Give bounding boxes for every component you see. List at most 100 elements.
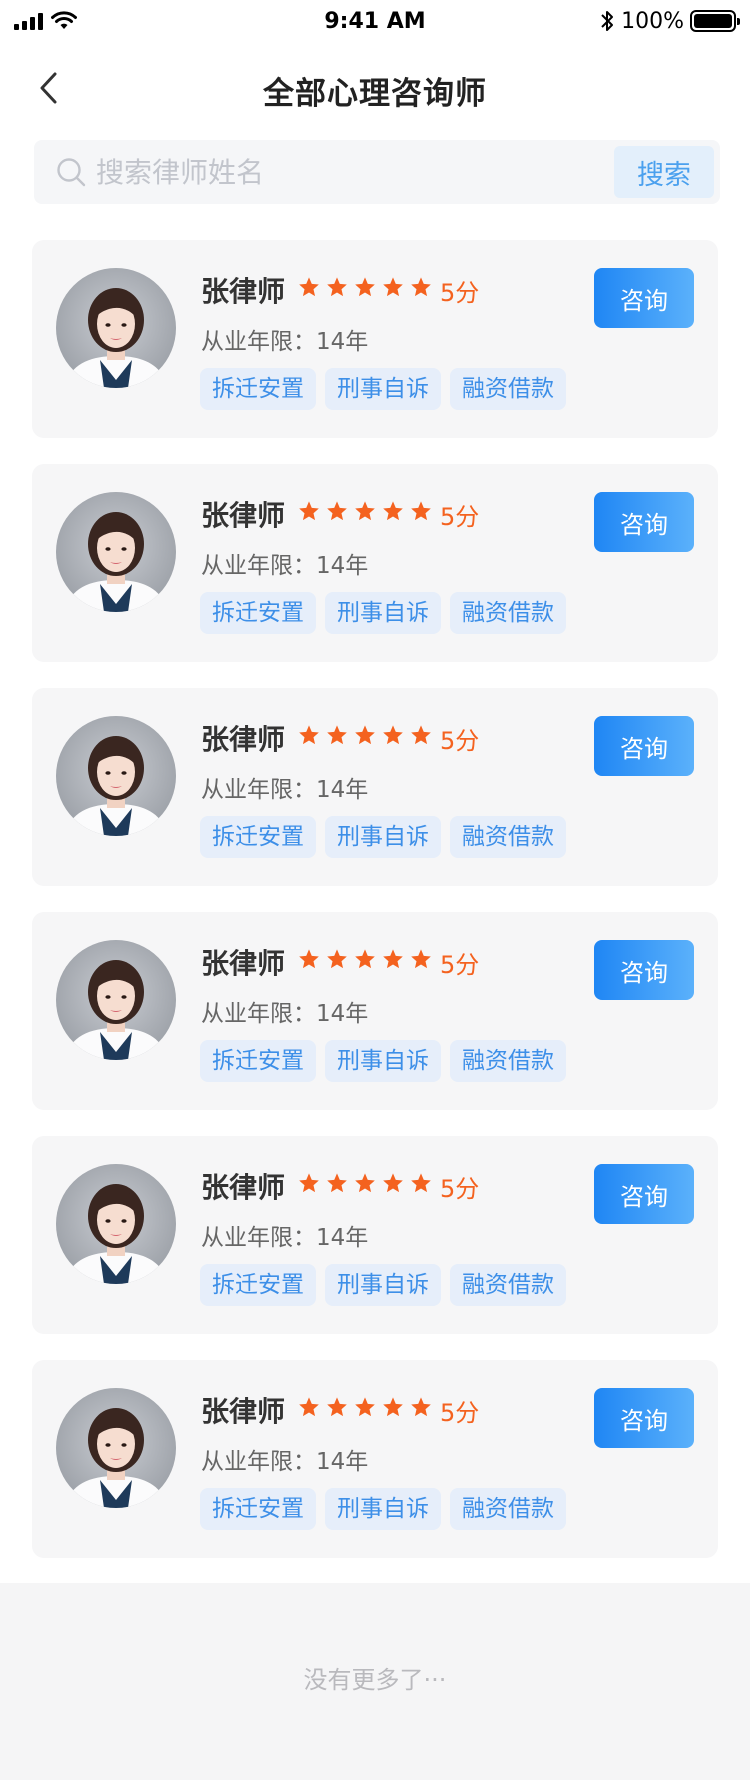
search-input[interactable] [96,155,596,189]
rating-stars [298,276,432,298]
star-icon [327,949,347,969]
consult-button[interactable]: 咨询 [594,492,694,552]
star-icon [355,1397,375,1417]
rating-stars [298,724,432,746]
specialty-tag: 拆迁安置 [200,1488,316,1530]
star-icon [299,501,319,521]
avatar [56,268,176,388]
star-icon [383,725,403,745]
counselor-card[interactable]: 张律师 5分 从业年限：14年 拆迁安置 刑事自诉 融资借款 咨询 [32,688,718,886]
star-icon [327,277,347,297]
star-icon [355,725,375,745]
specialty-tag: 拆迁安置 [200,592,316,634]
experience-years: 从业年限：14年 [201,777,369,803]
experience-years: 从业年限：14年 [201,1449,369,1475]
star-icon [327,1173,347,1193]
experience-years: 从业年限：14年 [201,1225,369,1251]
star-icon [299,277,319,297]
bluetooth-icon [601,11,614,31]
search-icon [57,158,86,187]
no-more-text: 没有更多了··· [303,1666,447,1694]
specialty-tag: 刑事自诉 [325,368,441,410]
rating-score: 5分 [440,279,480,307]
status-time: 9:41 AM [324,8,426,34]
specialty-tag: 刑事自诉 [325,1488,441,1530]
star-icon [411,277,431,297]
star-icon [355,1173,375,1193]
star-icon [327,1397,347,1417]
search-bar: 搜索 [34,140,720,204]
counselor-card[interactable]: 张律师 5分 从业年限：14年 拆迁安置 刑事自诉 融资借款 咨询 [32,240,718,438]
star-icon [411,1397,431,1417]
star-icon [411,1173,431,1193]
star-icon [383,1397,403,1417]
status-left [14,11,174,31]
avatar [56,716,176,836]
rating-score: 5分 [440,1175,480,1203]
rating-score: 5分 [440,727,480,755]
counselor-name: 张律师 [201,499,286,532]
consult-button[interactable]: 咨询 [594,716,694,776]
specialty-tags: 拆迁安置 刑事自诉 融资借款 [200,1264,566,1306]
specialty-tag: 拆迁安置 [200,1264,316,1306]
experience-years: 从业年限：14年 [201,329,369,355]
consult-button[interactable]: 咨询 [594,1164,694,1224]
star-icon [383,1173,403,1193]
specialty-tag: 刑事自诉 [325,816,441,858]
specialty-tag: 融资借款 [450,1264,566,1306]
star-icon [299,949,319,969]
experience-years: 从业年限：14年 [201,1001,369,1027]
rating-score: 5分 [440,503,480,531]
wifi-icon [51,11,77,29]
counselor-card[interactable]: 张律师 5分 从业年限：14年 拆迁安置 刑事自诉 融资借款 咨询 [32,1136,718,1334]
counselor-name: 张律师 [201,947,286,980]
status-right: 100% [576,8,740,34]
counselor-name: 张律师 [201,723,286,756]
cellular-signal-icon [14,12,43,30]
specialty-tags: 拆迁安置 刑事自诉 融资借款 [200,816,566,858]
consult-button[interactable]: 咨询 [594,940,694,1000]
consult-button[interactable]: 咨询 [594,1388,694,1448]
star-icon [299,1173,319,1193]
avatar-portrait [64,512,168,612]
rating-stars [298,1172,432,1194]
counselor-name: 张律师 [201,275,286,308]
counselor-card[interactable]: 张律师 5分 从业年限：14年 拆迁安置 刑事自诉 融资借款 咨询 [32,912,718,1110]
avatar-portrait [64,1184,168,1284]
counselor-card[interactable]: 张律师 5分 从业年限：14年 拆迁安置 刑事自诉 融资借款 咨询 [32,1360,718,1558]
star-icon [383,501,403,521]
star-icon [327,501,347,521]
experience-years: 从业年限：14年 [201,553,369,579]
specialty-tag: 融资借款 [450,368,566,410]
rating-stars [298,1396,432,1418]
star-icon [355,501,375,521]
rating-score: 5分 [440,1399,480,1427]
avatar-portrait [64,960,168,1060]
avatar-portrait [64,736,168,836]
avatar-portrait [64,1408,168,1508]
specialty-tags: 拆迁安置 刑事自诉 融资借款 [200,1488,566,1530]
star-icon [355,949,375,969]
star-icon [383,949,403,969]
specialty-tags: 拆迁安置 刑事自诉 融资借款 [200,592,566,634]
avatar [56,1164,176,1284]
star-icon [411,501,431,521]
consult-button[interactable]: 咨询 [594,268,694,328]
chevron-left-icon [40,72,57,104]
star-icon [299,1397,319,1417]
status-bar: 9:41 AM 100% [0,0,750,42]
specialty-tag: 融资借款 [450,592,566,634]
star-icon [411,725,431,745]
specialty-tag: 刑事自诉 [325,1040,441,1082]
specialty-tag: 刑事自诉 [325,592,441,634]
specialty-tag: 拆迁安置 [200,368,316,410]
battery-percentage: 100% [621,8,684,34]
avatar [56,1388,176,1508]
star-icon [411,949,431,969]
search-button[interactable]: 搜索 [614,146,714,198]
rating-stars [298,500,432,522]
counselor-name: 张律师 [201,1395,286,1428]
back-button[interactable] [28,68,68,108]
star-icon [299,725,319,745]
counselor-card[interactable]: 张律师 5分 从业年限：14年 拆迁安置 刑事自诉 融资借款 咨询 [32,464,718,662]
